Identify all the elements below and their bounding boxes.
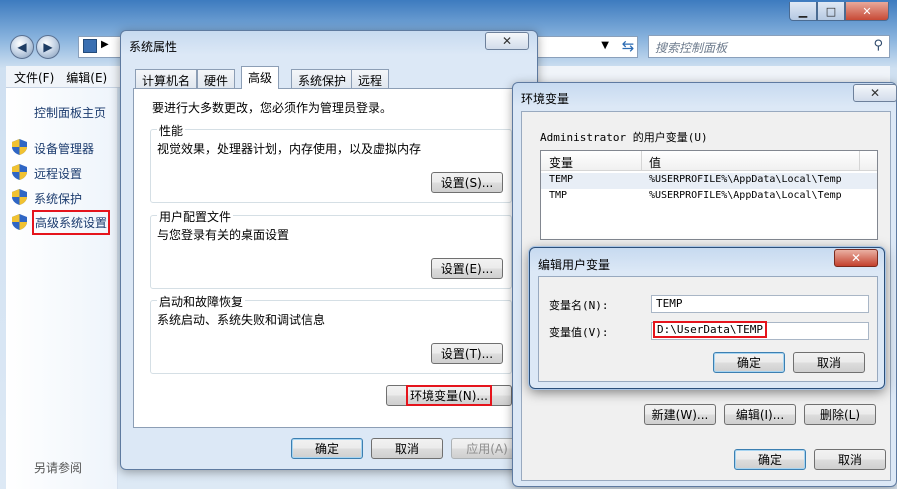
environment-variables-label: 环境变量(N)... bbox=[406, 385, 492, 406]
group-description: 视觉效果，处理器计划，内存使用，以及虚拟内存 bbox=[157, 142, 422, 156]
startup-recovery-group: 启动和故障恢复 系统启动、系统失败和调试信息 设置(T)... bbox=[150, 293, 512, 374]
cancel-button[interactable]: 取消 bbox=[793, 352, 865, 373]
tab-remote[interactable]: 远程 bbox=[351, 69, 390, 89]
user-profiles-group: 用户配置文件 与您登录有关的桌面设置 设置(E)... bbox=[150, 208, 512, 289]
user-profiles-settings-button[interactable]: 设置(E)... bbox=[431, 258, 503, 279]
edit-user-variable-dialog: 编辑用户变量 ✕ 变量名(N): TEMP 变量值(V): D:\UserDat… bbox=[529, 247, 885, 389]
group-label: 性能 bbox=[157, 122, 186, 139]
search-icon[interactable]: ⚲ bbox=[873, 38, 883, 53]
edit-variable-button[interactable]: 编辑(I)... bbox=[724, 404, 796, 425]
user-vars-group-label: Administrator 的用户变量(U) bbox=[540, 131, 708, 144]
sidebar-item-system-protection[interactable]: 系统保护 bbox=[34, 190, 82, 207]
table-row[interactable]: TMP %USERPROFILE%\AppData\Local\Temp bbox=[541, 189, 877, 205]
var-name-cell: TEMP bbox=[549, 174, 574, 185]
sidebar-item-device-manager[interactable]: 设备管理器 bbox=[34, 140, 94, 157]
forward-arrow-icon[interactable]: ▶ bbox=[36, 35, 60, 59]
system-properties-dialog: 系统属性 ✕ 计算机名 硬件 高级 系统保护 远程 要进行大多数更改，您必须作为… bbox=[120, 30, 538, 470]
group-description: 系统启动、系统失败和调试信息 bbox=[157, 313, 326, 327]
column-divider bbox=[859, 151, 860, 171]
group-description: 与您登录有关的桌面设置 bbox=[157, 228, 290, 242]
chevron-down-icon[interactable]: ▼ bbox=[601, 40, 609, 51]
delete-variable-button[interactable]: 删除(L) bbox=[804, 404, 876, 425]
menu-file[interactable]: 文件(F) bbox=[14, 69, 54, 85]
ok-button[interactable]: 确定 bbox=[291, 438, 363, 459]
sidebar-item-advanced-settings[interactable]: 高级系统设置 bbox=[32, 210, 111, 235]
back-arrow-icon[interactable]: ◀ bbox=[10, 35, 34, 59]
control-panel-icon bbox=[83, 39, 97, 53]
close-icon[interactable]: ✕ bbox=[853, 84, 897, 102]
cancel-button[interactable]: 取消 bbox=[814, 449, 886, 470]
variable-name-input[interactable]: TEMP bbox=[651, 295, 869, 313]
menu-edit[interactable]: 编辑(E) bbox=[66, 69, 107, 85]
user-vars-list[interactable]: 变量 值 TEMP %USERPROFILE%\AppData\Local\Te… bbox=[540, 150, 878, 240]
tab-panel-advanced: 要进行大多数更改，您必须作为管理员登录。 性能 视觉效果，处理器计划，内存使用，… bbox=[133, 88, 527, 428]
chevron-right-icon: ▶ bbox=[101, 39, 109, 50]
close-icon[interactable]: ✕ bbox=[845, 2, 889, 21]
group-label: 用户配置文件 bbox=[157, 208, 234, 225]
variable-value-text: D:\UserData\TEMP bbox=[653, 321, 767, 338]
sidebar-item-remote-settings[interactable]: 远程设置 bbox=[34, 165, 82, 182]
startup-settings-button[interactable]: 设置(T)... bbox=[431, 343, 503, 364]
sidebar-home-link[interactable]: 控制面板主页 bbox=[34, 104, 106, 121]
cancel-button[interactable]: 取消 bbox=[371, 438, 443, 459]
shield-icon bbox=[12, 164, 27, 180]
sidebar: 控制面板主页 设备管理器 远程设置 系统保护 高级系统设置 另请参阅 bbox=[6, 88, 118, 489]
new-variable-button[interactable]: 新建(W)... bbox=[644, 404, 716, 425]
variable-name-label: 变量名(N): bbox=[549, 299, 609, 312]
ok-button[interactable]: 确定 bbox=[734, 449, 806, 470]
close-icon[interactable]: ✕ bbox=[834, 249, 878, 267]
search-input[interactable]: 搜索控制面板 ⚲ bbox=[648, 35, 890, 58]
shield-icon bbox=[12, 139, 27, 155]
shield-icon bbox=[12, 189, 27, 205]
search-placeholder: 搜索控制面板 bbox=[655, 41, 728, 55]
dialog-title: 编辑用户变量 bbox=[538, 258, 611, 272]
close-icon[interactable]: ✕ bbox=[485, 32, 529, 50]
list-header: 变量 值 bbox=[541, 151, 877, 171]
see-also-heading: 另请参阅 bbox=[34, 461, 83, 475]
variable-value-input[interactable]: D:\UserData\TEMP bbox=[651, 321, 869, 340]
ok-button[interactable]: 确定 bbox=[713, 352, 785, 373]
table-row[interactable]: TEMP %USERPROFILE%\AppData\Local\Temp bbox=[541, 173, 877, 189]
column-header-name[interactable]: 变量 bbox=[549, 154, 573, 171]
var-value-cell: %USERPROFILE%\AppData\Local\Temp bbox=[649, 174, 842, 185]
admin-note: 要进行大多数更改，您必须作为管理员登录。 bbox=[152, 101, 393, 115]
window-caption-buttons: ▁ □ ✕ bbox=[789, 2, 889, 22]
performance-settings-button[interactable]: 设置(S)... bbox=[431, 172, 503, 193]
shield-icon bbox=[12, 214, 27, 230]
var-name-cell: TMP bbox=[549, 190, 568, 201]
dialog-title: 系统属性 bbox=[129, 40, 178, 54]
var-value-cell: %USERPROFILE%\AppData\Local\Temp bbox=[649, 190, 842, 201]
refresh-icon[interactable]: ⇆ bbox=[618, 37, 638, 57]
tab-computer-name[interactable]: 计算机名 bbox=[135, 69, 198, 89]
environment-variables-button[interactable]: 环境变量(N)... bbox=[386, 385, 512, 406]
column-divider bbox=[641, 151, 642, 171]
column-header-value[interactable]: 值 bbox=[649, 154, 661, 171]
dialog-title: 环境变量 bbox=[521, 92, 570, 106]
tab-hardware[interactable]: 硬件 bbox=[197, 69, 236, 89]
group-label: 启动和故障恢复 bbox=[157, 293, 246, 310]
tab-system-protection[interactable]: 系统保护 bbox=[291, 69, 354, 89]
tab-advanced[interactable]: 高级 bbox=[241, 66, 280, 89]
performance-group: 性能 视觉效果，处理器计划，内存使用，以及虚拟内存 设置(S)... bbox=[150, 122, 512, 203]
maximize-icon[interactable]: □ bbox=[817, 2, 845, 21]
minimize-icon[interactable]: ▁ bbox=[789, 2, 817, 21]
variable-value-label: 变量值(V): bbox=[549, 326, 609, 339]
edit-var-body: 变量名(N): TEMP 变量值(V): D:\UserData\TEMP 确定… bbox=[538, 276, 878, 382]
